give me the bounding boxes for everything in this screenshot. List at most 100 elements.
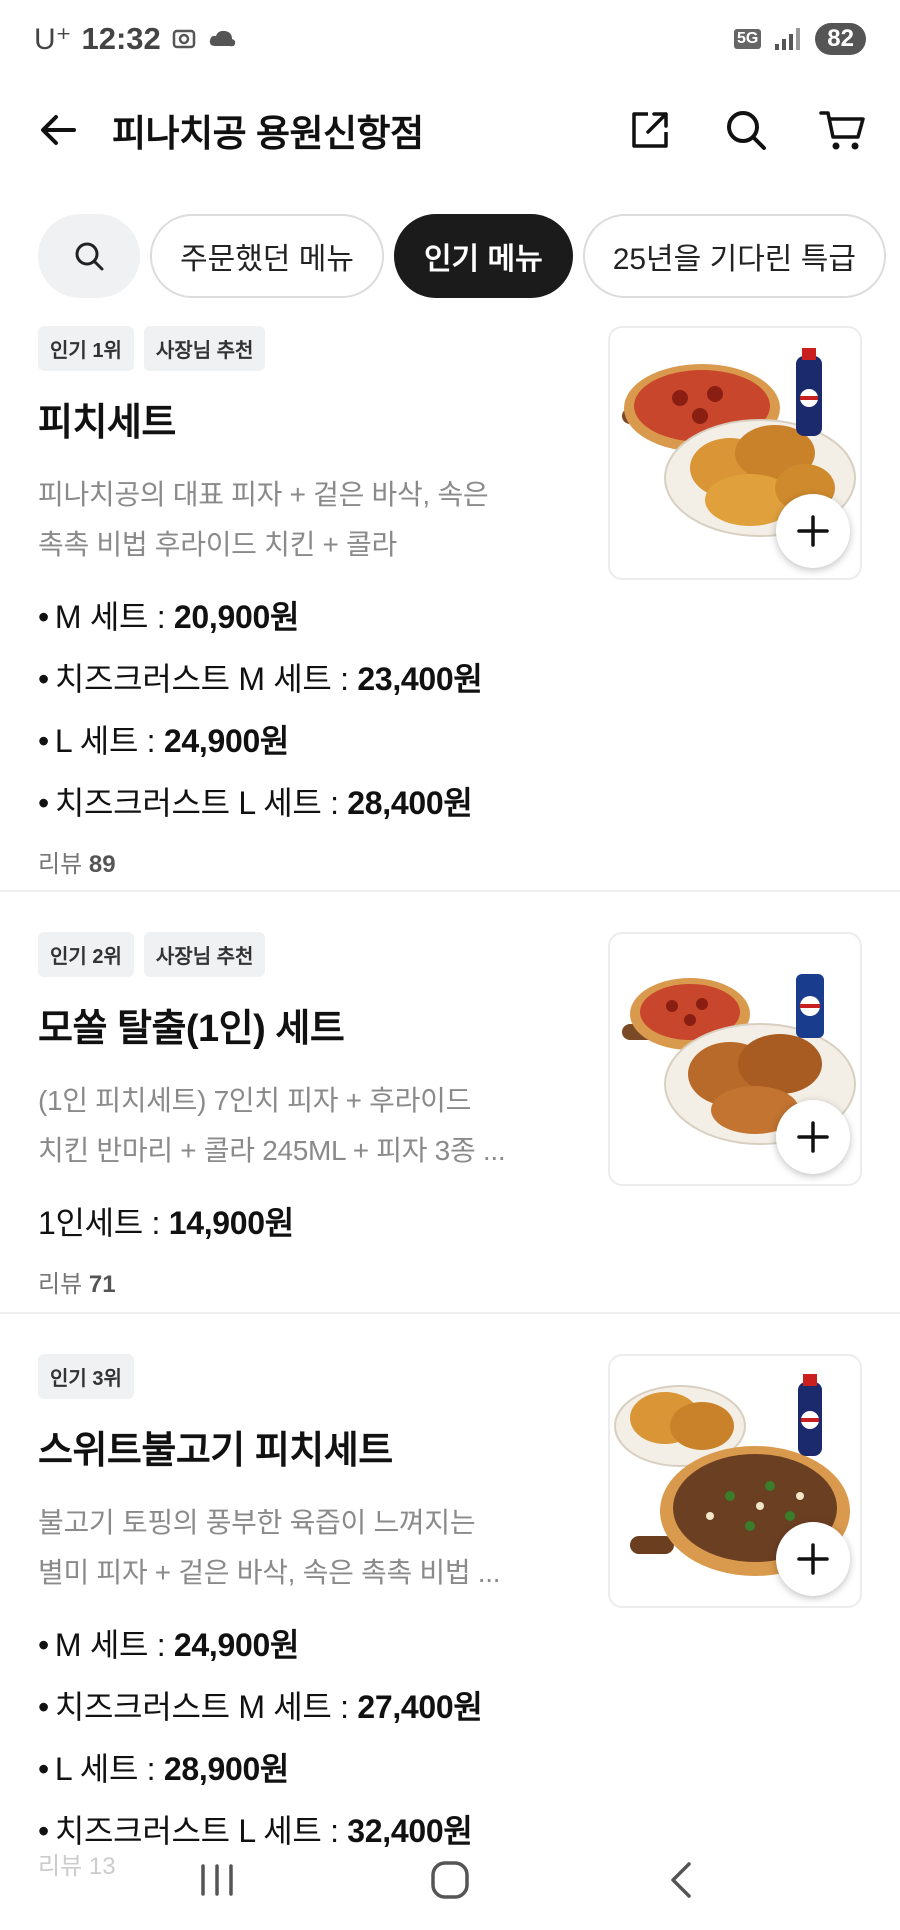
option-price: 28,900원: [163, 1751, 290, 1787]
menu-item-info: 인기 1위 사장님 추천 피치세트 피나치공의 대표 피자 + 겉은 바삭, 속…: [38, 326, 578, 879]
system-nav-bar: 리뷰 13: [0, 1830, 900, 1930]
option-price: 14,900원: [168, 1205, 295, 1241]
rank-badge: 인기 2위: [38, 932, 134, 977]
option-label: 치즈크러스트 M 세트 :: [54, 1689, 358, 1725]
option-label: 1인세트 :: [38, 1205, 169, 1241]
price-list: 1인세트 : 14,900원: [38, 1192, 578, 1254]
option-label: M 세트 :: [54, 1627, 174, 1663]
share-icon: [632, 112, 668, 148]
price-option: • 치즈크러스트 M 세트 : 27,400원: [38, 1689, 483, 1725]
badges: 인기 2위 사장님 추천: [38, 932, 578, 977]
page-title: 피나치공 용원신항점: [112, 113, 424, 154]
rank-badge: 인기 1위: [38, 326, 134, 371]
price-option: • M 세트 : 24,900원: [38, 1627, 300, 1663]
item-image[interactable]: [608, 932, 862, 1186]
item-image[interactable]: [608, 326, 862, 580]
option-label: 치즈크러스트 L 세트 :: [54, 785, 348, 821]
price-option: • L 세트 : 24,900원: [38, 723, 290, 759]
menu-item-info: 인기 3위 스위트불고기 피치세트 불고기 토핑의 풍부한 육즙이 느껴지는 별…: [38, 1354, 578, 1862]
menu-item-info: 인기 2위 사장님 추천 모쏠 탈출(1인) 세트 (1인 피치세트) 7인치 …: [38, 932, 578, 1299]
share-button[interactable]: [626, 106, 674, 154]
item-image[interactable]: [608, 1354, 862, 1608]
system-back-button[interactable]: [659, 1856, 707, 1904]
review-label: 리뷰: [38, 851, 83, 878]
item-name: 스위트불고기 피치세트: [38, 1430, 393, 1472]
price-option: • L 세트 : 28,900원: [38, 1751, 290, 1787]
signal-icon: [775, 28, 801, 50]
review-label: 리뷰: [38, 1271, 83, 1298]
recommend-badge: 사장님 추천: [143, 326, 266, 371]
network-label: 5G: [733, 29, 762, 49]
battery-indicator: 82: [815, 23, 866, 55]
header-actions: [626, 106, 866, 154]
recommend-badge: 사장님 추천: [143, 932, 266, 977]
chip-ordered-menu[interactable]: 주문했던 메뉴: [150, 214, 384, 298]
category-chips: 주문했던 메뉴 인기 메뉴 25년을 기다린 특급: [38, 214, 900, 298]
item-description: (1인 피치세트) 7인치 피자 + 후라이드 치킨 반마리 + 콜라 245M…: [38, 1076, 578, 1176]
rank-badge: 인기 3위: [38, 1354, 134, 1399]
option-label: 치즈크러스트 M 세트 :: [54, 661, 358, 697]
status-left: U⁺ 12:32: [34, 21, 237, 57]
review-number: 13: [88, 1853, 116, 1880]
description-line: 별미 피자 + 겉은 바삭, 속은 촉촉 비법 ...: [38, 1557, 501, 1588]
carrier-label: U⁺: [34, 22, 72, 56]
status-bar: U⁺ 12:32 5G 82: [0, 0, 900, 78]
chip-special[interactable]: 25년을 기다린 특급: [582, 214, 886, 298]
divider: [0, 1312, 900, 1314]
review-label: 리뷰: [38, 1853, 83, 1880]
description-line: (1인 피치세트) 7인치 피자 + 후라이드: [38, 1085, 472, 1116]
search-icon: [727, 111, 766, 150]
price-list: • M 세트 : 20,900원 • 치즈크러스트 M 세트 : 23,400원 •…: [38, 586, 578, 834]
arrow-left-icon: [41, 115, 76, 145]
add-to-cart-button[interactable]: [776, 1100, 850, 1174]
option-label: L 세트 :: [54, 723, 164, 759]
review-count: 리뷰 13: [38, 1846, 116, 1881]
recent-apps-button[interactable]: [193, 1856, 241, 1904]
search-icon: [75, 242, 104, 271]
description-line: 불고기 토핑의 풍부한 육즙이 느껴지는: [38, 1507, 476, 1538]
option-price: 27,400원: [357, 1689, 483, 1725]
price-option: • 치즈크러스트 L 세트 : 28,400원: [38, 785, 473, 821]
review-number: 89: [88, 851, 116, 878]
screenshot-icon: [172, 29, 196, 49]
top-bar: 피나치공 용원신항점: [0, 90, 900, 170]
option-label: L 세트 :: [54, 1751, 164, 1787]
plus-icon: [797, 1543, 829, 1575]
recent-apps-icon: [200, 1864, 233, 1896]
option-price: 20,900원: [173, 599, 300, 635]
option-price: 28,400원: [347, 785, 473, 821]
item-description: 피나치공의 대표 피자 + 겉은 바삭, 속은 촉촉 비법 후라이드 치킨 + …: [38, 470, 578, 570]
item-description: 불고기 토핑의 풍부한 육즙이 느껴지는 별미 피자 + 겉은 바삭, 속은 촉…: [38, 1498, 578, 1598]
divider: [0, 890, 900, 892]
status-right: 5G 82: [733, 23, 866, 55]
badges: 인기 3위: [38, 1354, 578, 1399]
menu-search-chip[interactable]: [38, 214, 140, 298]
clock: 12:32: [81, 21, 161, 56]
add-to-cart-button[interactable]: [776, 494, 850, 568]
review-count: 리뷰 71: [38, 1264, 578, 1299]
home-icon: [431, 1861, 469, 1899]
price-option: • 치즈크러스트 M 세트 : 23,400원: [38, 661, 483, 697]
item-name: 피치세트: [38, 402, 176, 444]
price-option: • M 세트 : 20,900원: [38, 599, 300, 635]
description-line: 촉촉 비법 후라이드 치킨 + 콜라: [38, 529, 397, 560]
description-line: 치킨 반마리 + 콜라 245ML + 피자 3종 ...: [38, 1135, 506, 1166]
description-line: 피나치공의 대표 피자 + 겉은 바삭, 속은: [38, 479, 489, 510]
cart-button[interactable]: [818, 106, 866, 154]
cart-icon: [819, 111, 865, 150]
chip-popular-menu[interactable]: 인기 메뉴: [393, 214, 573, 298]
plus-icon: [797, 1121, 829, 1153]
option-label: M 세트 :: [54, 599, 174, 635]
search-button[interactable]: [722, 106, 770, 154]
back-button[interactable]: [34, 106, 82, 154]
item-name: 모쏠 탈출(1인) 세트: [38, 1008, 345, 1050]
review-count: 리뷰 89: [38, 844, 578, 879]
home-button[interactable]: [426, 1856, 474, 1904]
chevron-left-icon: [671, 1862, 692, 1898]
cloud-icon: [209, 30, 235, 47]
price-option: 1인세트 : 14,900원: [38, 1192, 578, 1254]
add-to-cart-button[interactable]: [776, 1522, 850, 1596]
option-price: 23,400원: [357, 661, 483, 697]
option-price: 24,900원: [163, 723, 290, 759]
badges: 인기 1위 사장님 추천: [38, 326, 578, 371]
